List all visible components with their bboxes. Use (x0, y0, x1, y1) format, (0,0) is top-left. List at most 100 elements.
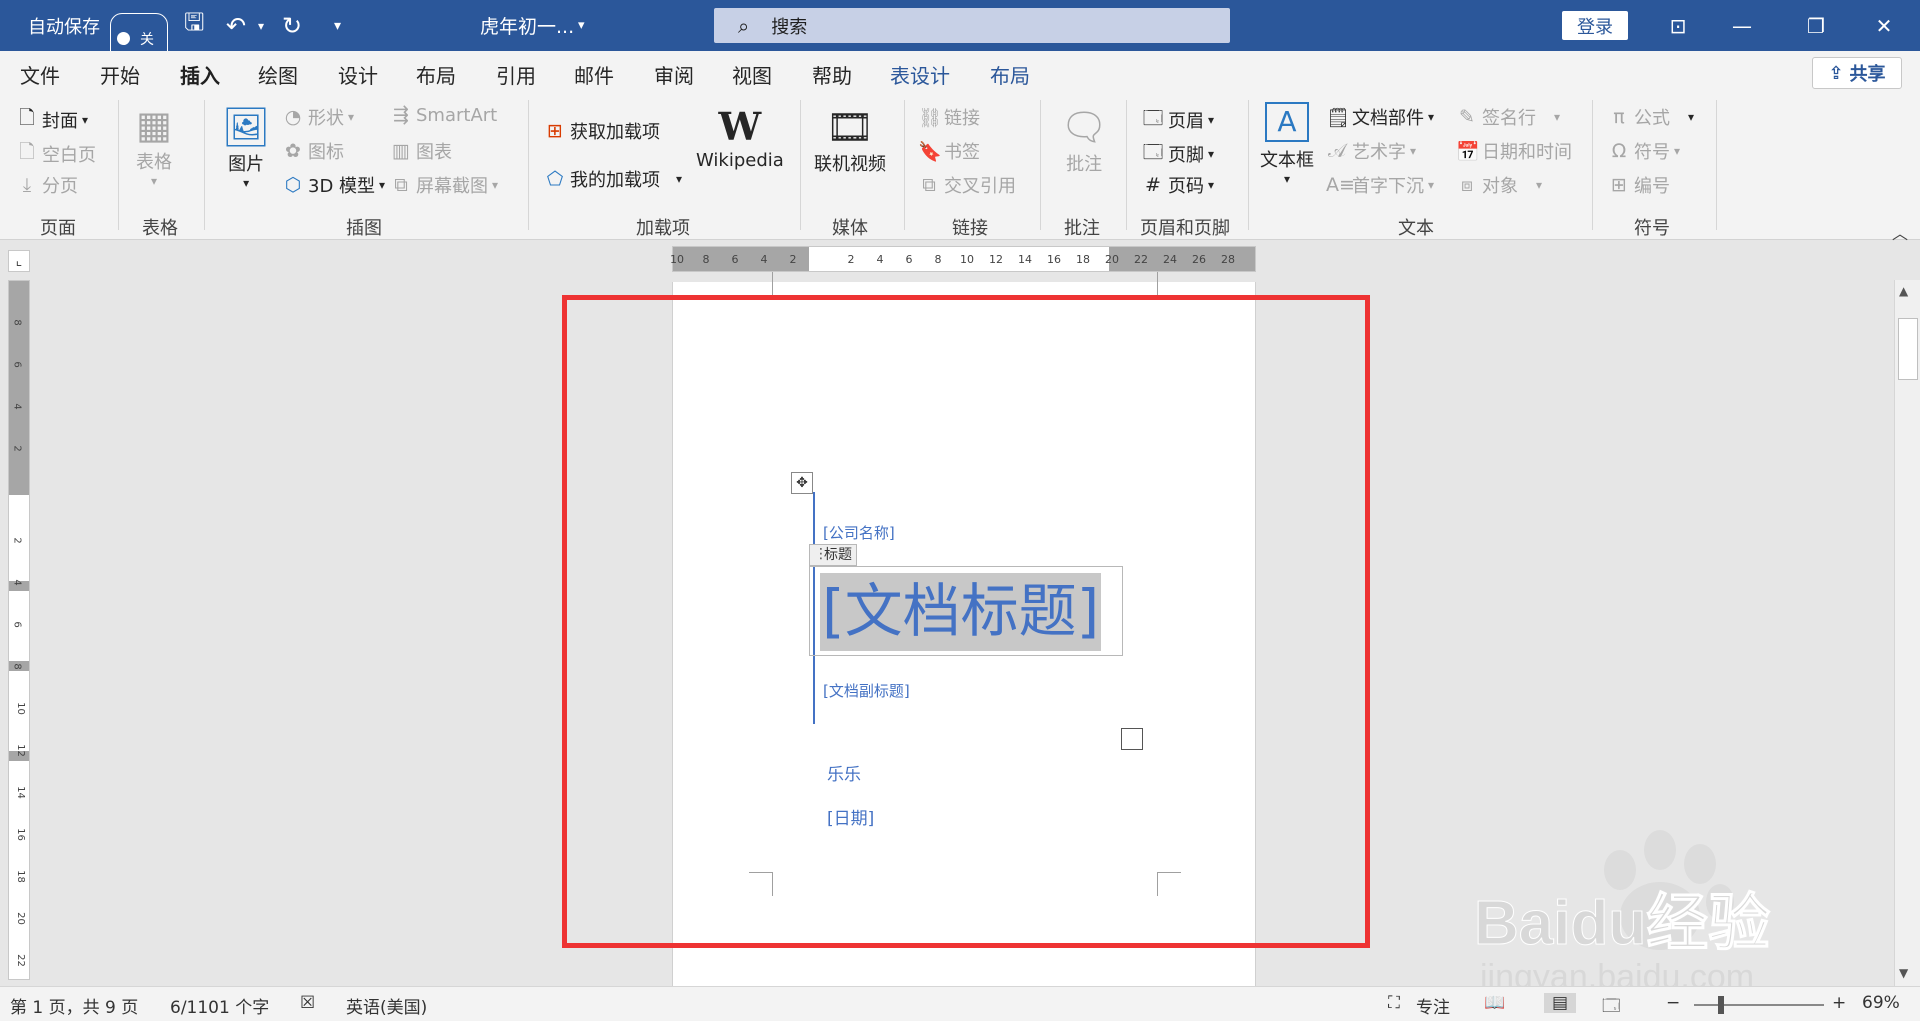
blank-page-icon: 🗋 (19, 141, 35, 163)
drop-cap-icon: A≡ (1326, 174, 1355, 196)
focus-label[interactable]: 专注 (1416, 993, 1450, 1018)
quick-parts-button[interactable]: 🗒 文档部件 ▾ (1326, 104, 1434, 130)
object-button[interactable]: ⧈ 对象 ▾ (1456, 172, 1542, 198)
ruler-number: 24 (1163, 253, 1177, 266)
zoom-slider-thumb[interactable] (1718, 996, 1724, 1014)
undo-dropdown-icon[interactable]: ▾ (258, 0, 264, 51)
page-number-button[interactable]: # 页码 ▾ (1142, 172, 1214, 198)
wikipedia-button[interactable]: W Wikipedia (696, 104, 784, 171)
collapse-ribbon-icon[interactable]: ︿ (1892, 220, 1908, 244)
date-time-button[interactable]: 📅 日期和时间 (1456, 138, 1572, 164)
page-break-button[interactable]: ⤓ 分页 (16, 172, 78, 198)
my-addins-button[interactable]: ⬠ 我的加载项 ▾ (544, 166, 682, 192)
customize-toolbar-icon[interactable]: ▾ (334, 0, 341, 51)
page-count[interactable]: 第 1 页，共 9 页 (10, 993, 138, 1018)
wordart-button[interactable]: 𝒜 艺术字 ▾ (1326, 138, 1416, 164)
zoom-in-icon[interactable]: + (1832, 993, 1846, 1013)
signature-line-button[interactable]: ✎ 签名行 ▾ (1456, 104, 1560, 130)
tab-review[interactable]: 审阅 (654, 60, 694, 89)
screenshot-button[interactable]: ⧉ 屏幕截图 ▾ (390, 172, 498, 198)
comment-button[interactable]: 🗨 批注 (1060, 104, 1108, 176)
zoom-slider[interactable] (1694, 1004, 1824, 1006)
proofing-icon[interactable]: ☒ (300, 993, 315, 1013)
tab-stop-selector[interactable]: ⌞ (8, 250, 30, 272)
tab-view[interactable]: 视图 (732, 60, 772, 89)
chart-button[interactable]: ▥ 图表 (390, 138, 452, 164)
scroll-up-icon[interactable]: ▲ (1899, 284, 1908, 298)
read-mode-icon[interactable]: 📖 (1484, 993, 1505, 1013)
search-box[interactable]: ⌕ 搜索 (714, 8, 1230, 43)
ribbon-display-icon[interactable]: ⊡ (1658, 0, 1698, 51)
minimize-icon[interactable]: — (1722, 0, 1762, 51)
login-button[interactable]: 登录 (1562, 11, 1628, 40)
omega-icon: Ω (1611, 140, 1627, 162)
tab-table-layout[interactable]: 布局 (990, 60, 1030, 89)
online-video-button[interactable]: 🎞 联机视频 (814, 104, 886, 176)
footer-button[interactable]: 🗔 页脚 ▾ (1142, 138, 1214, 170)
get-addins-button[interactable]: ⊞ 获取加载项 (544, 118, 660, 144)
shapes-button[interactable]: ◔ 形状 ▾ (282, 104, 354, 130)
cross-reference-button[interactable]: ⧉ 交叉引用 (918, 172, 1016, 198)
tab-insert[interactable]: 插入 (180, 60, 220, 97)
web-layout-icon[interactable]: 🗔 (1602, 993, 1620, 1021)
symbol-button[interactable]: Ω 符号 ▾ (1608, 138, 1680, 164)
redo-icon[interactable]: ↻ (282, 0, 302, 51)
table-button[interactable]: ▦ 表格 ▾ (136, 102, 172, 188)
language-status[interactable]: 英语(美国) (346, 993, 427, 1018)
vertical-scrollbar[interactable]: ▲ ▼ (1894, 280, 1920, 986)
tab-design[interactable]: 设计 (338, 60, 378, 89)
undo-icon[interactable]: ↶ (226, 0, 246, 51)
ruler-number: 22 (1134, 253, 1148, 266)
equation-button[interactable]: π 公式 ▾ (1608, 104, 1694, 130)
number-button[interactable]: ⊞ 编号 (1608, 172, 1670, 198)
ruler-number: 10 (670, 253, 684, 266)
title-bar: 自动保存 关 🖫 ↶ ▾ ↻ ▾ 虎年初一... ▾ ⌕ 搜索 登录 ⊡ — ❐… (0, 0, 1920, 64)
restore-icon[interactable]: ❐ (1796, 0, 1836, 51)
tab-help[interactable]: 帮助 (812, 60, 852, 89)
screenshot-icon: ⧉ (394, 174, 408, 196)
tab-mailings[interactable]: 邮件 (574, 60, 614, 89)
print-layout-icon[interactable]: ▤ (1544, 993, 1577, 1013)
tab-home[interactable]: 开始 (100, 60, 140, 89)
smartart-button[interactable]: ⇶ SmartArt (390, 104, 497, 126)
focus-icon[interactable]: ⛶ (1388, 993, 1400, 1013)
wordart-label: 艺术字 (1352, 142, 1406, 163)
cross-reference-icon: ⧉ (922, 174, 936, 196)
quick-parts-label: 文档部件 (1352, 108, 1424, 129)
document-name[interactable]: 虎年初一... (480, 0, 574, 51)
link-label: 链接 (944, 108, 980, 129)
tab-draw[interactable]: 绘图 (258, 60, 298, 89)
bookmark-button[interactable]: 🔖 书签 (918, 138, 980, 164)
ruler-number: 6 (731, 253, 739, 266)
header-button[interactable]: 🗔 页眉 ▾ (1142, 104, 1214, 136)
zoom-level[interactable]: 69% (1862, 993, 1900, 1013)
save-icon[interactable]: 🖫 (184, 0, 204, 51)
ruler-number: 22 (14, 954, 26, 967)
cover-page-button[interactable]: 🗋 封面 ▾ (16, 104, 88, 136)
textbox-button[interactable]: A 文本框 ▾ (1260, 102, 1314, 186)
blank-page-button[interactable]: 🗋 空白页 (16, 138, 96, 170)
scroll-down-icon[interactable]: ▼ (1899, 966, 1908, 980)
chevron-down-icon: ▾ (150, 174, 158, 188)
ruler-number: 8 (11, 663, 23, 670)
scroll-thumb[interactable] (1898, 318, 1918, 380)
link-button[interactable]: ⛓ 链接 (918, 104, 980, 130)
picture-button[interactable]: 🖼 图片 ▾ (222, 104, 270, 190)
tab-references[interactable]: 引用 (496, 60, 536, 89)
chart-label: 图表 (416, 142, 452, 163)
tab-table-design[interactable]: 表设计 (890, 60, 950, 89)
word-count[interactable]: 6/1101 个字 (170, 993, 269, 1018)
vertical-ruler[interactable]: 8 6 4 2 2 4 6 8 10 12 14 16 18 20 22 (8, 280, 30, 980)
docname-chevron-icon[interactable]: ▾ (578, 0, 585, 51)
zoom-out-icon[interactable]: − (1666, 993, 1680, 1013)
close-icon[interactable]: ✕ (1864, 0, 1904, 51)
tab-file[interactable]: 文件 (20, 60, 60, 89)
tab-layout[interactable]: 布局 (416, 60, 456, 89)
share-button[interactable]: ⇪ 共享 (1812, 57, 1902, 89)
icons-button[interactable]: ✿ 图标 (282, 138, 344, 164)
3d-model-button[interactable]: ⬡ 3D 模型 ▾ (282, 172, 385, 198)
footer-icon: 🗔 (1142, 141, 1164, 163)
chevron-down-icon: ▾ (1283, 172, 1291, 186)
drop-cap-button[interactable]: A≡ 首字下沉 ▾ (1326, 172, 1434, 198)
horizontal-ruler[interactable]: 10 8 6 4 2 2 4 6 8 10 12 14 16 18 20 22 … (670, 246, 1256, 272)
